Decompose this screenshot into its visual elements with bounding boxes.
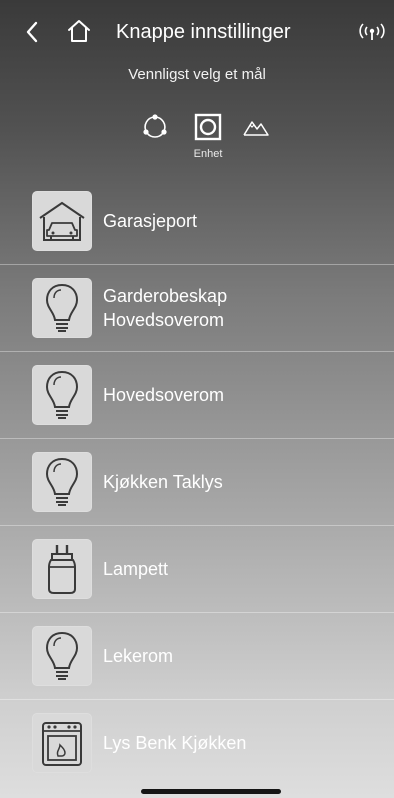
- list-item-label: Hovedsoverom: [103, 385, 225, 405]
- signal-broadcast-icon: [359, 23, 385, 40]
- list-item[interactable]: Hovedsoverom: [0, 352, 394, 438]
- list-item[interactable]: Garderobeskap Hovedsoverom: [0, 265, 394, 351]
- bulb-icon: [32, 452, 92, 512]
- subtitle: Vennligst velg et mål: [128, 66, 266, 83]
- list-item-label: Garasjeport: [103, 211, 198, 231]
- oven-icon: [32, 713, 92, 773]
- list-item[interactable]: Lampett: [0, 526, 394, 612]
- plug-icon: [32, 539, 92, 599]
- top-bar: Knappe innstillinger: [0, 0, 394, 64]
- group-icon[interactable]: [142, 114, 168, 140]
- bulb-icon: [32, 278, 92, 338]
- list-item[interactable]: Lys Benk Kjøkken: [0, 700, 394, 786]
- device-icon[interactable]: [193, 112, 223, 142]
- bulb-icon: [32, 626, 92, 686]
- scene-icon[interactable]: [242, 116, 270, 138]
- list-item[interactable]: Lekerom: [0, 613, 394, 699]
- bulb-icon: [32, 365, 92, 425]
- target-label-device: Enhet: [193, 148, 223, 160]
- list-item[interactable]: Kjøkken Taklys: [0, 439, 394, 525]
- list-item-label: Lekerom: [103, 646, 174, 666]
- list-item-label: Lys Benk Kjøkken: [103, 733, 247, 753]
- list-item[interactable]: Garasjeport: [0, 178, 394, 264]
- page-title: Knappe innstillinger: [116, 21, 291, 43]
- home-icon[interactable]: [66, 18, 92, 44]
- home-indicator: [141, 789, 281, 794]
- list-item-label: Kjøkken Taklys: [103, 472, 223, 492]
- list-item-label: Lampett: [103, 559, 169, 579]
- list-item-label: Garderobeskap Hovedsoverom: [103, 286, 228, 330]
- garage-icon: [32, 191, 92, 251]
- chevron-left-icon[interactable]: [22, 18, 42, 46]
